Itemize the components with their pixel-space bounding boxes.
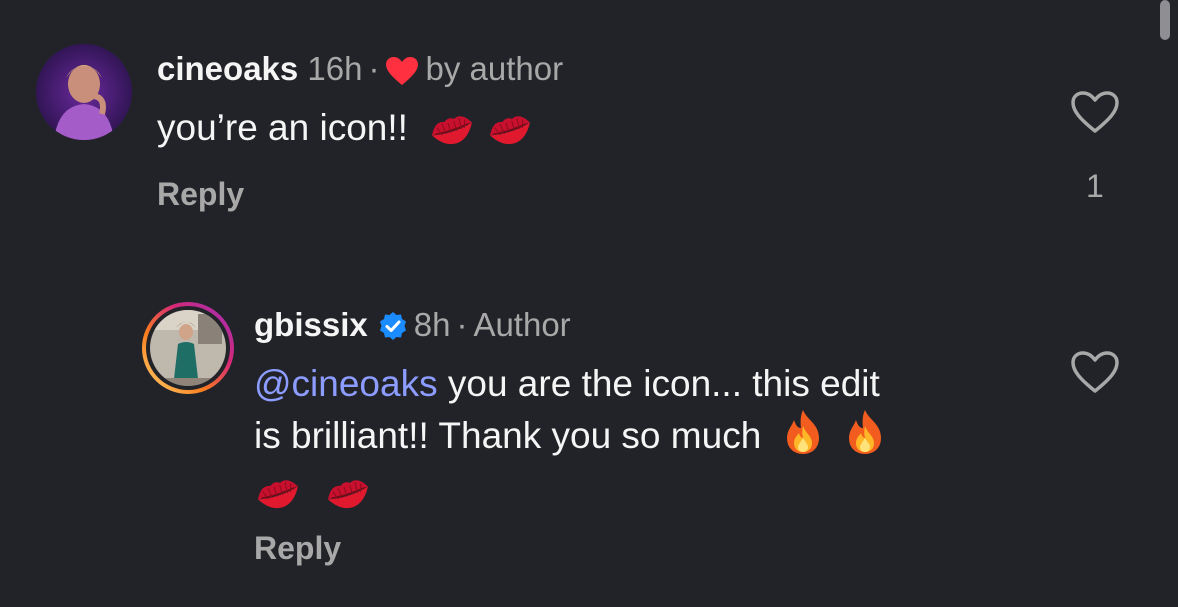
username[interactable]: gbissix xyxy=(254,306,368,343)
comment-body-text: is brilliant!! Thank you so much xyxy=(254,415,762,456)
mention-link[interactable]: @cineoaks xyxy=(254,363,438,404)
comment-text: you’re an icon!! xyxy=(157,104,534,160)
like-heart-icon[interactable] xyxy=(1070,350,1120,399)
kiss-mark-icon xyxy=(254,474,302,524)
comments-screen: cineoaks 16h · by author you’re an icon!! … xyxy=(0,0,1178,607)
comment-body-text: you’re an icon!! xyxy=(157,107,408,148)
verified-badge-icon xyxy=(378,311,408,349)
scrollbar[interactable] xyxy=(1160,0,1170,40)
kiss-mark-icon xyxy=(486,110,534,160)
author-label: Author xyxy=(473,306,571,343)
reply-button[interactable]: Reply xyxy=(254,530,341,567)
fire-icon xyxy=(781,408,825,468)
fire-icon xyxy=(843,408,887,468)
comment-line-2: is brilliant!! Thank you so much xyxy=(254,408,1054,468)
liked-by-author-heart-icon xyxy=(385,56,419,94)
timestamp: 8h xyxy=(413,306,451,343)
avatar-cineoaks[interactable] xyxy=(36,44,132,140)
like-count: 1 xyxy=(1086,168,1104,204)
timestamp: 16h xyxy=(307,50,363,87)
reply-button[interactable]: Reply xyxy=(157,176,244,213)
separator-dot: · xyxy=(368,50,380,87)
comment-header: cineoaks 16h · by author xyxy=(157,50,563,94)
liked-by-label: by author xyxy=(425,50,564,87)
comment-line-3 xyxy=(254,468,1054,524)
comment-body-text: you are the icon... this edit xyxy=(437,363,880,404)
avatar-gbissix[interactable] xyxy=(140,300,236,396)
separator-dot: · xyxy=(456,306,468,343)
comment-line-1: @cineoaks you are the icon... this edit xyxy=(254,360,1054,408)
comment-header: gbissix 8h · Author xyxy=(254,306,571,349)
username[interactable]: cineoaks xyxy=(157,50,298,87)
kiss-mark-icon xyxy=(428,110,476,160)
comment-text: @cineoaks you are the icon... this edit … xyxy=(254,360,1054,524)
like-heart-icon[interactable] xyxy=(1070,90,1120,139)
kiss-mark-icon xyxy=(324,474,372,524)
